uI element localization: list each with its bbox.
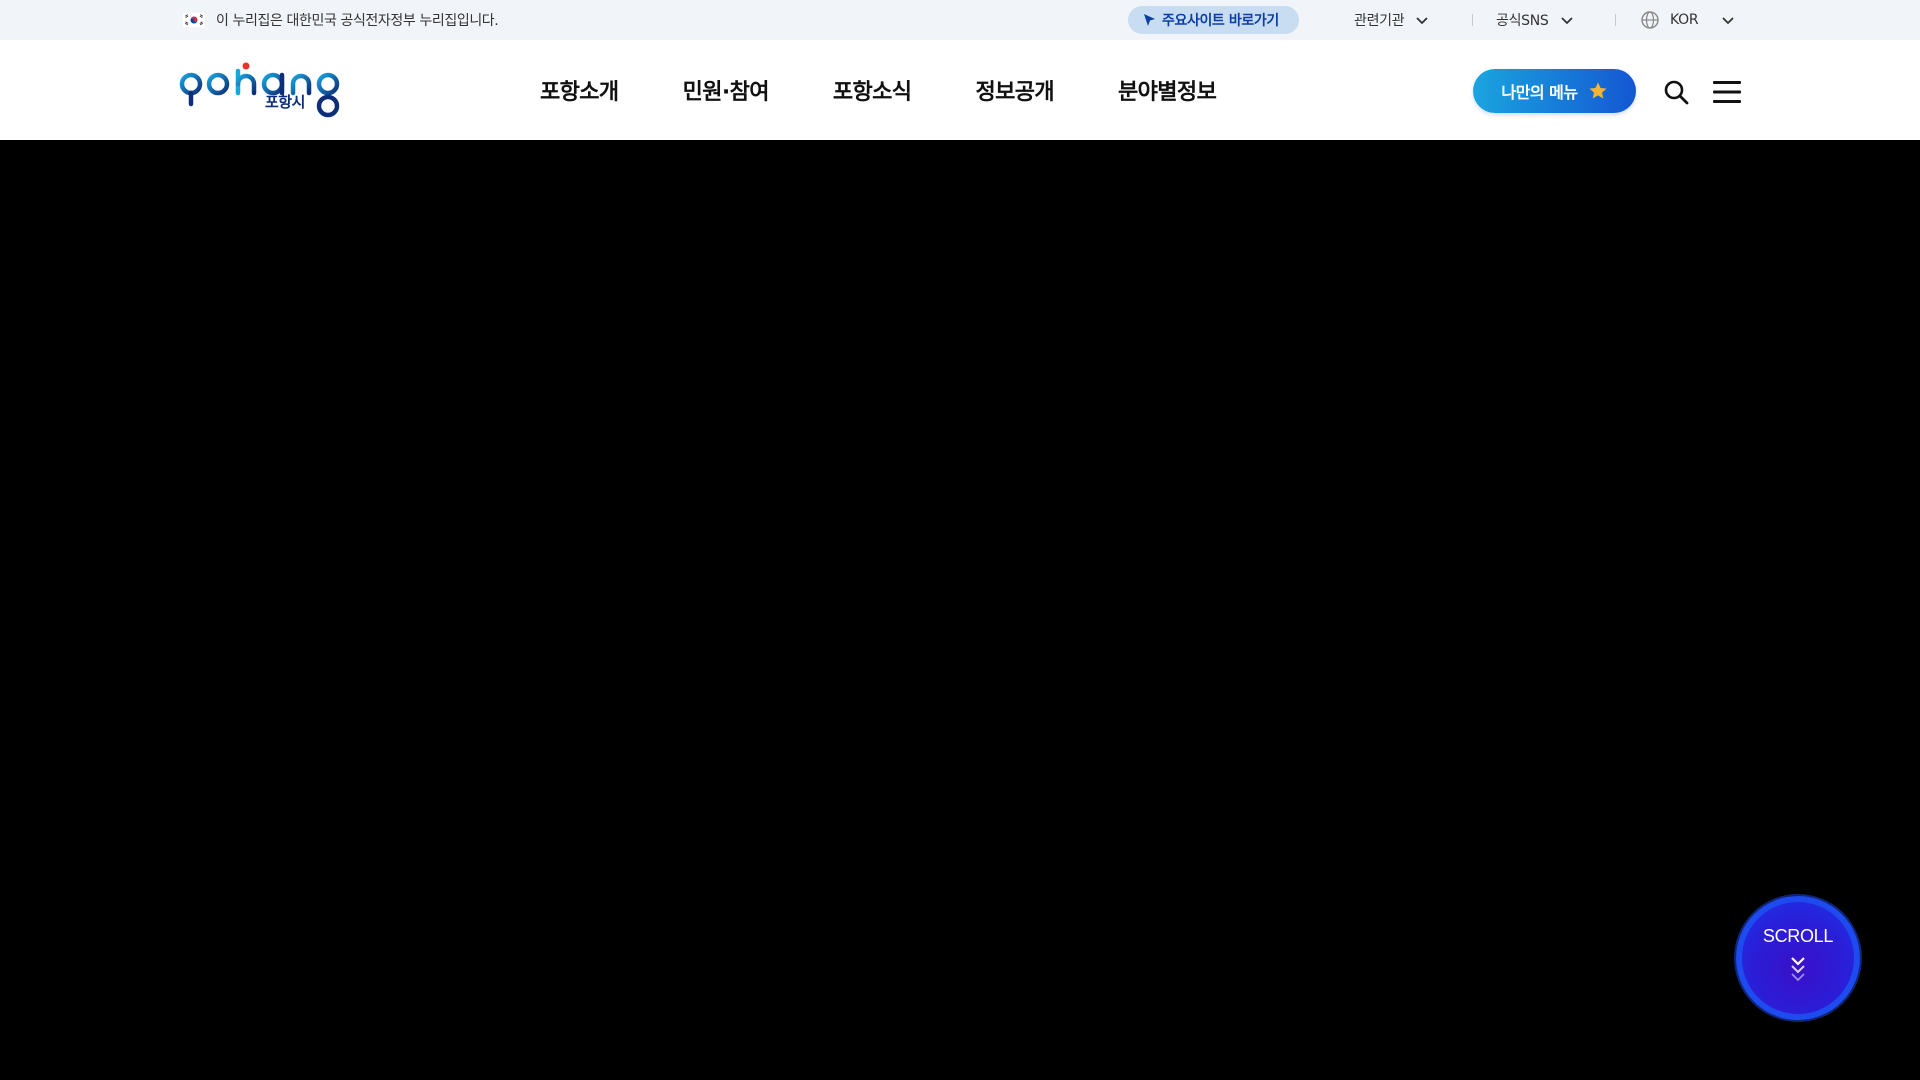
chevron-down-icon: [1416, 17, 1428, 25]
nav-item-news[interactable]: 포항소식: [833, 74, 912, 106]
main-navigation: 포항소개 민원·참여 포항소식 정보공개 분야별정보: [540, 40, 1280, 140]
major-sites-shortcut-button[interactable]: 주요사이트 바로가기: [1128, 6, 1299, 34]
related-label: 관련기관: [1354, 13, 1405, 29]
globe-icon: [1641, 11, 1659, 29]
nav-item-info-disclosure[interactable]: 정보공개: [975, 74, 1054, 106]
language-dropdown[interactable]: KOR: [1640, 0, 1736, 40]
logo-subtitle: 포항시: [265, 93, 305, 111]
language-label: KOR: [1670, 12, 1699, 28]
pohang-logo[interactable]: 포항시: [178, 62, 342, 118]
star-icon: [1589, 82, 1607, 99]
gov-notice-text: 이 누리집은 대한민국 공식전자정부 누리집입니다.: [216, 13, 499, 29]
my-menu-button[interactable]: 나만의 메뉴: [1473, 69, 1636, 113]
utility-bar: 이 누리집은 대한민국 공식전자정부 누리집입니다. 주요사이트 바로가기 관련…: [0, 0, 1920, 40]
pohang-logo-mark: [179, 62, 340, 118]
nav-item-field-info[interactable]: 분야별정보: [1118, 74, 1217, 106]
nav-item-about[interactable]: 포항소개: [540, 74, 619, 106]
divider: [1615, 14, 1616, 26]
gov-notice: 이 누리집은 대한민국 공식전자정부 누리집입니다.: [182, 0, 499, 40]
shortcut-label: 주요사이트 바로가기: [1162, 13, 1279, 29]
official-sns-dropdown[interactable]: 공식SNS: [1496, 0, 1575, 40]
sns-label: 공식SNS: [1496, 13, 1549, 29]
search-icon[interactable]: [1662, 78, 1690, 106]
my-menu-label: 나만의 메뉴: [1501, 83, 1578, 102]
related-agencies-dropdown[interactable]: 관련기관: [1354, 0, 1430, 40]
korea-flag-icon: [182, 12, 206, 28]
nav-item-civil-participation[interactable]: 민원·참여: [683, 74, 770, 106]
divider: [1472, 14, 1473, 26]
hamburger-icon[interactable]: [1712, 78, 1742, 106]
shortcut-group: 주요사이트 바로가기: [1128, 0, 1299, 40]
chevron-down-icon: [1722, 17, 1734, 25]
site-header: 포항시 포항소개 민원·참여 포항소식 정보공개 분야별정보 나만의 메뉴: [0, 40, 1920, 140]
scroll-down-button[interactable]: SCROLL: [1736, 896, 1860, 1020]
main-visual: [0, 140, 1920, 1080]
double-chevron-down-icon: [1791, 956, 1805, 981]
chevron-down-icon: [1560, 17, 1573, 25]
cursor-arrow-icon: [1144, 14, 1155, 26]
scroll-label: SCROLL: [1762, 925, 1834, 946]
